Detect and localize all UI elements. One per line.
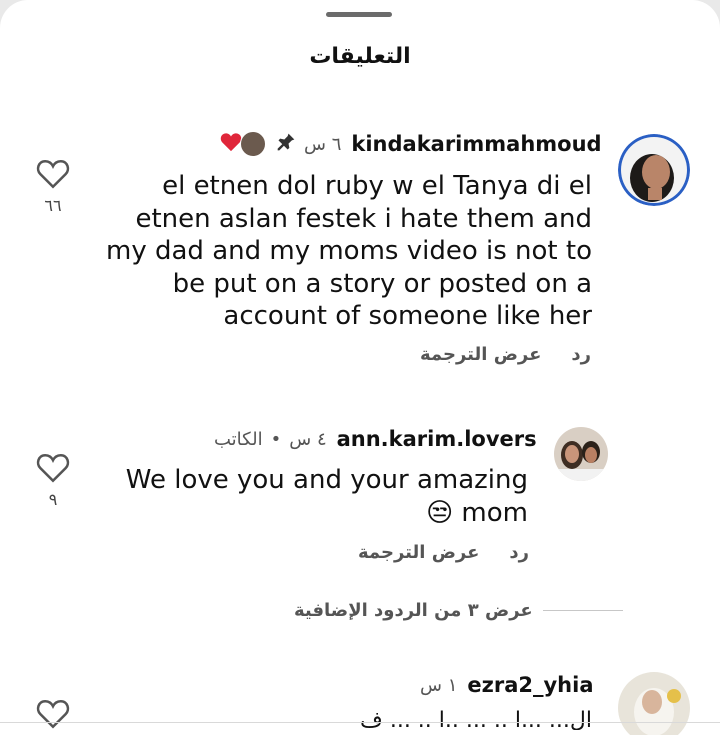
like-count: ٩ <box>48 490 58 509</box>
comment-header: الكاتب • ٤ س ann.karim.lovers <box>214 424 537 454</box>
comment-time: ٦ س <box>304 133 342 155</box>
comment-time: ٤ س <box>289 428 327 450</box>
translate-button[interactable]: عرض الترجمة <box>358 542 479 563</box>
reply-button[interactable]: رد <box>571 344 591 365</box>
view-more-replies[interactable]: عرض ٣ من الردود الإضافية <box>294 600 623 621</box>
like-control[interactable]: ٦٦ <box>33 158 73 215</box>
heart-filled-icon <box>220 132 242 156</box>
translate-button[interactable]: عرض الترجمة <box>420 344 541 365</box>
bottom-divider <box>0 722 720 723</box>
sheet-title: التعليقات <box>309 44 411 69</box>
pin-icon <box>276 132 296 156</box>
comment-username[interactable]: ezra2_yhia <box>467 673 593 697</box>
like-count: ٦٦ <box>44 196 62 215</box>
replies-divider <box>542 610 623 611</box>
heart-outline-icon <box>36 699 70 729</box>
dot-separator: • <box>270 428 282 450</box>
heart-outline-icon <box>36 159 70 189</box>
comment-header: ١ س ezra2_yhia <box>420 670 594 700</box>
like-control[interactable]: ٩ <box>33 452 73 509</box>
comment-username[interactable]: kindakarimmahmoud <box>351 132 601 156</box>
more-replies-label[interactable]: عرض ٣ من الردود الإضافية <box>294 600 533 621</box>
avatar[interactable] <box>554 427 608 481</box>
comments-sheet: التعليقات ٦ س kindakarimmahmoud el etnen… <box>0 0 720 735</box>
author-avatar-small <box>240 131 266 157</box>
avatar[interactable] <box>618 134 690 206</box>
comment-header: ٦ س kindakarimmahmoud <box>220 128 602 160</box>
like-control[interactable] <box>33 698 73 734</box>
comment-actions: عرض الترجمة رد <box>358 542 529 563</box>
drag-handle[interactable] <box>326 12 392 17</box>
heart-outline-icon <box>36 453 70 483</box>
avatar[interactable] <box>618 672 690 735</box>
comment-actions: عرض الترجمة رد <box>420 344 591 365</box>
comment-text: ال... ...ا .. ... ..ا .. ... ف <box>360 708 592 730</box>
comment-text: el etnen dol ruby w el Tanya di el etnen… <box>106 171 592 331</box>
comment-username[interactable]: ann.karim.lovers <box>337 427 537 451</box>
reply-button[interactable]: رد <box>509 542 529 563</box>
comment-time: ١ س <box>420 674 458 696</box>
author-badge: الكاتب <box>214 428 263 450</box>
comment-text: We love you and your amazing 😒 mom <box>125 465 528 528</box>
